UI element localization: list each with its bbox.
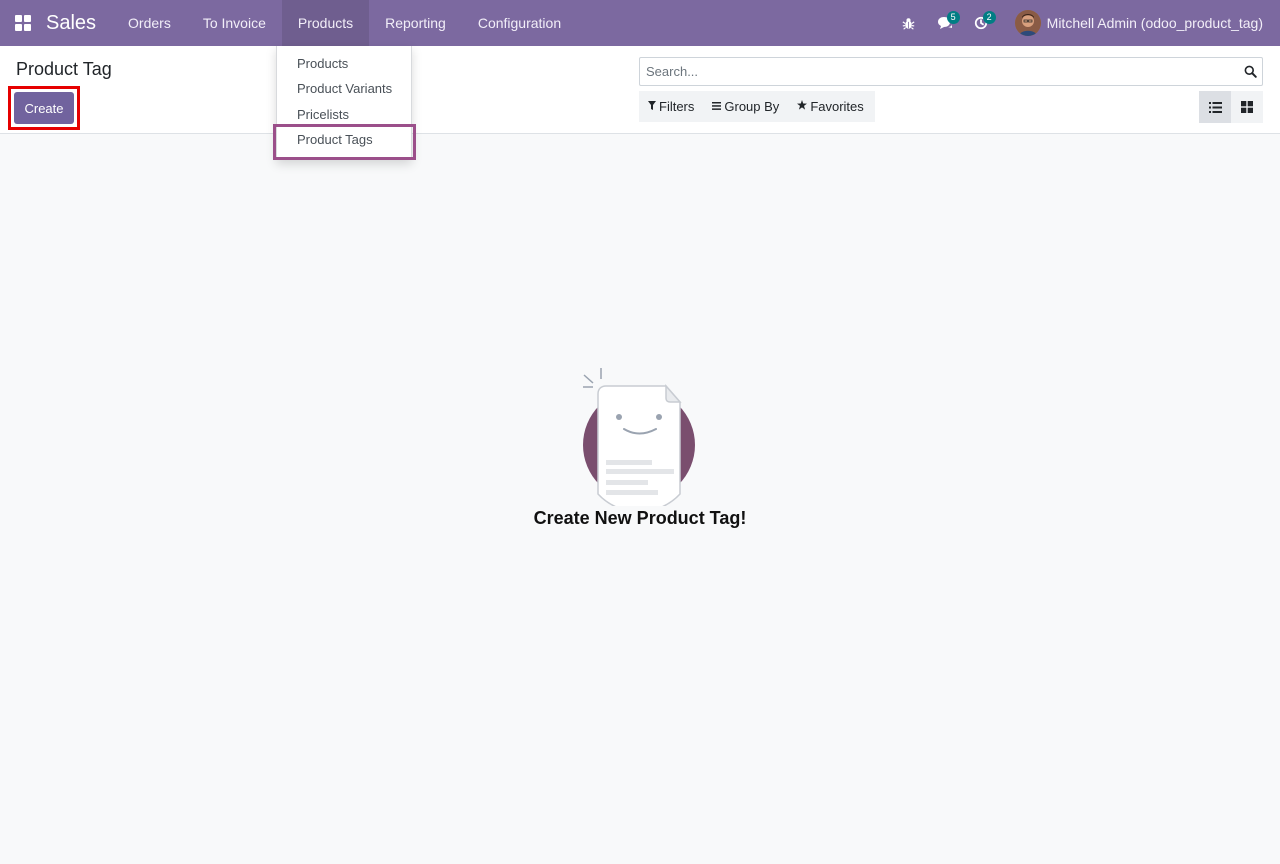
menu-reporting[interactable]: Reporting bbox=[369, 0, 462, 46]
messages-badge: 5 bbox=[946, 11, 960, 24]
empty-state-title: Create New Product Tag! bbox=[533, 508, 747, 528]
activity-clock-icon[interactable]: 2 bbox=[963, 0, 999, 46]
favorites-button[interactable]: Favorites bbox=[788, 91, 872, 122]
menu-orders[interactable]: Orders bbox=[112, 0, 187, 46]
chat-icon[interactable]: 5 bbox=[927, 0, 963, 46]
control-panel: Product Tag Create Filters Group By Favo… bbox=[0, 46, 1280, 134]
search-box[interactable] bbox=[639, 57, 1263, 86]
user-menu[interactable]: Mitchell Admin (odoo_product_tag) bbox=[999, 10, 1280, 36]
create-button[interactable]: Create bbox=[14, 92, 74, 124]
dropdown-item-product-variants[interactable]: Product Variants bbox=[297, 81, 392, 96]
top-navbar: Sales Orders To Invoice Products Reporti… bbox=[0, 0, 1280, 46]
filters-label: Filters bbox=[659, 99, 695, 114]
apps-menu-icon[interactable] bbox=[0, 0, 46, 46]
menu-configuration[interactable]: Configuration bbox=[462, 0, 577, 46]
view-switcher bbox=[1199, 91, 1263, 123]
star-icon bbox=[797, 100, 808, 113]
group-by-button[interactable]: Group By bbox=[703, 91, 788, 122]
dropdown-item-pricelists[interactable]: Pricelists bbox=[297, 107, 349, 122]
bars-icon bbox=[712, 101, 722, 113]
dropdown-item-products[interactable]: Products bbox=[297, 56, 348, 71]
page-title: Product Tag bbox=[16, 59, 112, 79]
user-name: Mitchell Admin (odoo_product_tag) bbox=[1046, 15, 1263, 31]
group-by-label: Group By bbox=[724, 99, 780, 114]
search-options-bar: Filters Group By Favorites bbox=[639, 91, 875, 122]
menu-to-invoice[interactable]: To Invoice bbox=[187, 0, 282, 46]
activities-badge: 2 bbox=[982, 11, 996, 24]
list-view-icon[interactable] bbox=[1199, 91, 1231, 123]
search-input[interactable] bbox=[640, 58, 1238, 85]
product-tags-highlight-box bbox=[273, 124, 416, 160]
search-icon[interactable] bbox=[1238, 58, 1262, 85]
menu-products[interactable]: Products bbox=[281, 0, 370, 46]
app-brand[interactable]: Sales bbox=[46, 12, 112, 35]
filter-icon bbox=[648, 100, 656, 113]
favorites-label: Favorites bbox=[810, 99, 864, 114]
avatar bbox=[1014, 10, 1041, 36]
kanban-view-icon[interactable] bbox=[1231, 91, 1263, 123]
empty-state-illustration bbox=[580, 366, 700, 513]
filters-button[interactable]: Filters bbox=[639, 91, 703, 122]
debug-bug-icon[interactable] bbox=[891, 0, 927, 46]
